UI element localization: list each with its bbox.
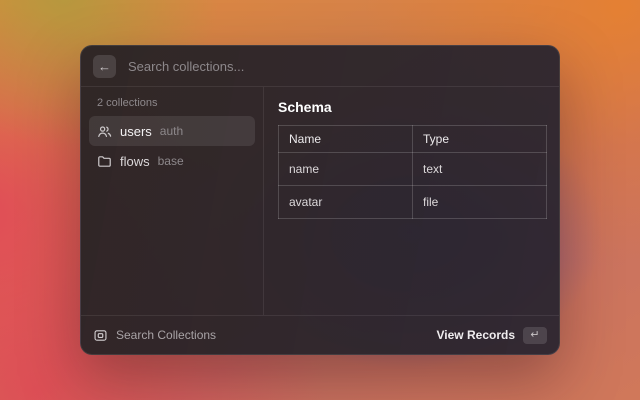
cell-field-name: avatar [279,186,413,219]
schema-title: Schema [278,99,547,115]
sidebar-item-label: flows [120,154,150,169]
enter-key-icon: ↵ [523,327,547,344]
users-icon [97,124,112,139]
back-button[interactable]: ← [93,55,116,78]
sidebar-item-users[interactable]: users auth [89,116,255,146]
view-records-action[interactable]: View Records ↵ [437,327,547,344]
sidebar-item-flows[interactable]: flows base [89,146,255,176]
detail-panel: Schema Name Type name text avatar file [264,87,559,315]
collections-sidebar: 2 collections users auth [81,87,264,315]
table-row: name text [279,153,547,186]
footer-command-text: Search Collections [116,328,216,342]
sidebar-item-label: users [120,124,152,139]
sidebar-item-suffix: base [158,154,184,168]
cell-field-type: text [413,153,547,186]
command-palette-window: ← 2 collections users auth [80,45,560,355]
cell-field-type: file [413,186,547,219]
folder-icon [97,154,112,169]
table-header-row: Name Type [279,126,547,153]
cell-field-name: name [279,153,413,186]
app-logo-icon [93,328,108,343]
search-header: ← [81,46,559,87]
search-input[interactable] [126,58,547,75]
column-header-name: Name [279,126,413,153]
footer-command-label: Search Collections [93,328,216,343]
content-area: 2 collections users auth [81,87,559,315]
view-records-label: View Records [437,328,515,342]
table-row: avatar file [279,186,547,219]
column-header-type: Type [413,126,547,153]
footer-bar: Search Collections View Records ↵ [81,315,559,354]
sidebar-item-suffix: auth [160,124,183,138]
collections-count-label: 2 collections [89,95,255,116]
schema-table: Name Type name text avatar file [278,125,547,219]
back-arrow-icon: ← [98,60,111,73]
